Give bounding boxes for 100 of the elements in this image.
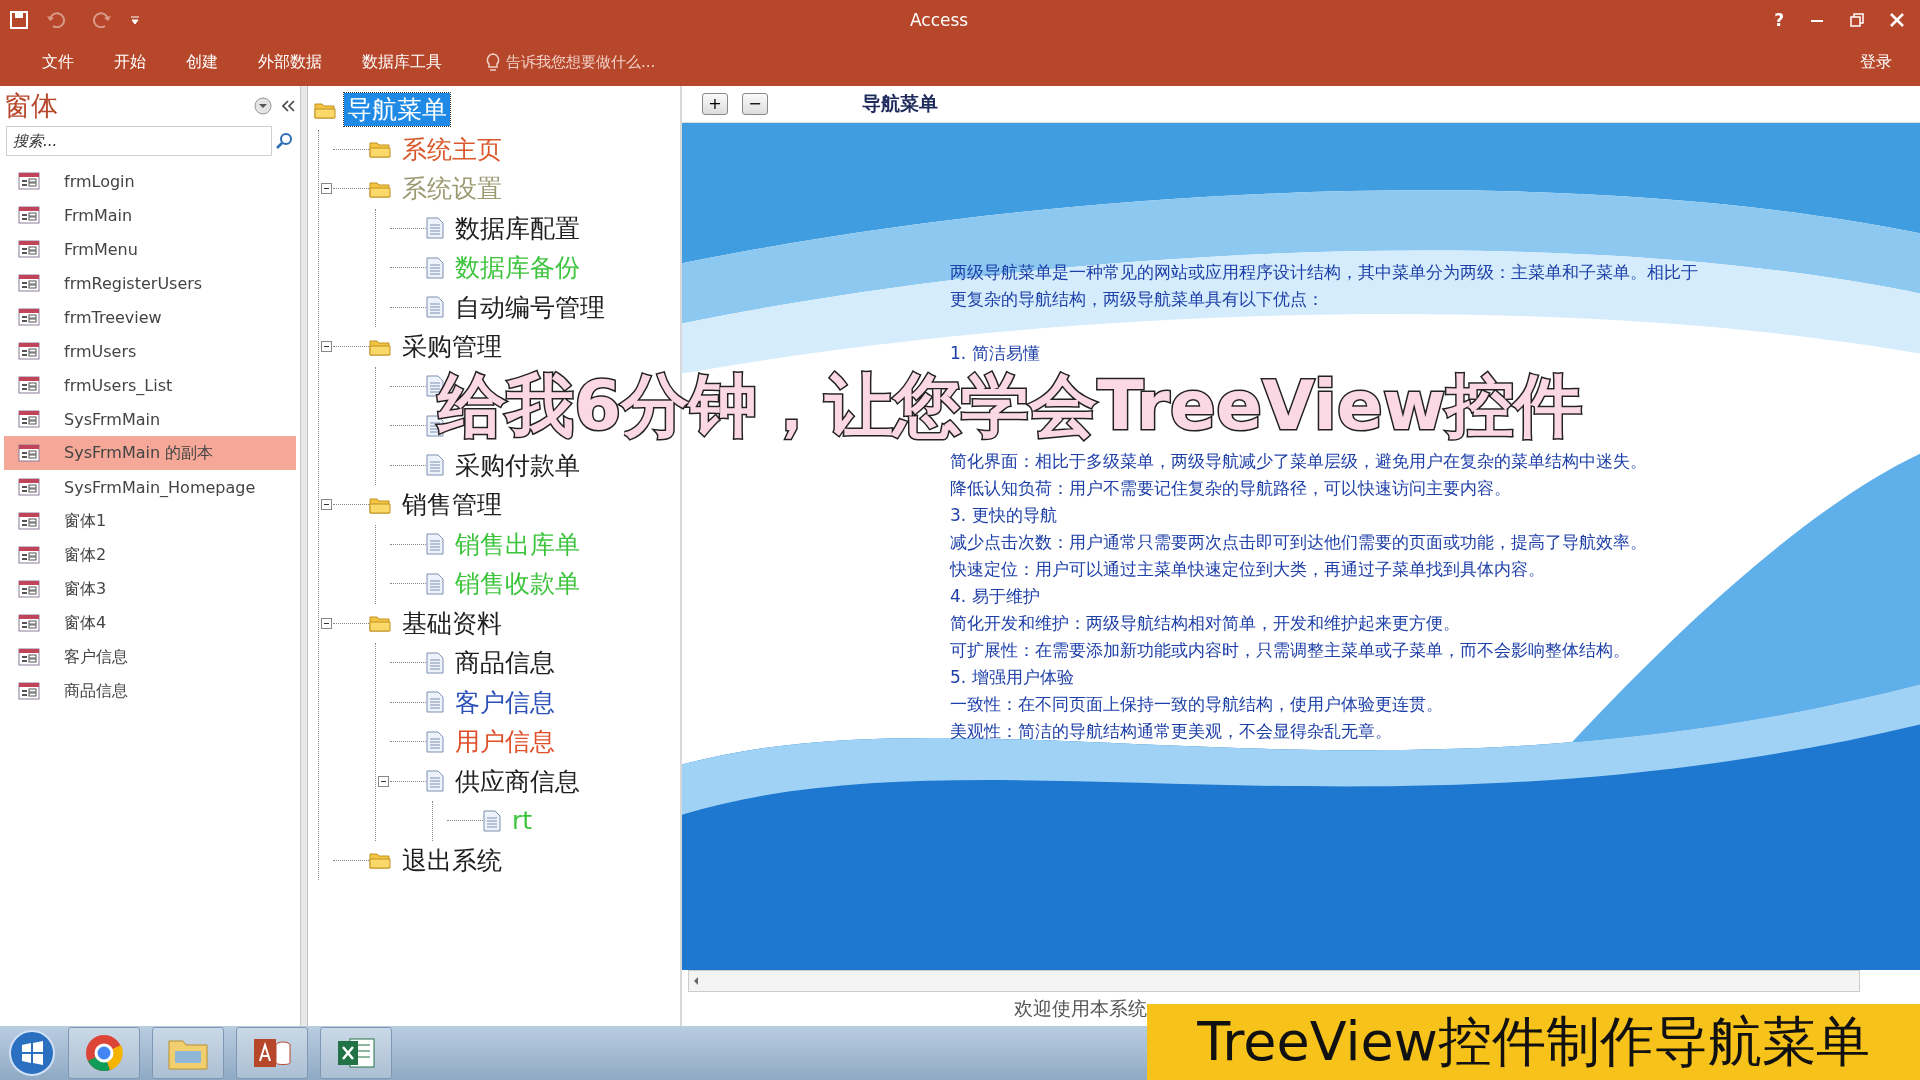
tree-node[interactable]: 商品信息 bbox=[452, 646, 558, 680]
ribbon-tab[interactable]: 外部数据 bbox=[238, 48, 342, 77]
collapse-icon[interactable] bbox=[320, 617, 332, 629]
tree-node[interactable]: 客户信息 bbox=[452, 685, 558, 719]
zoom-button[interactable]: − bbox=[742, 93, 768, 115]
nav-pane-item[interactable]: 客户信息 bbox=[4, 640, 296, 674]
document-icon bbox=[426, 454, 444, 477]
save-icon[interactable] bbox=[10, 10, 28, 29]
tree-node[interactable]: 基础资料 bbox=[399, 606, 505, 640]
nav-pane-item[interactable]: frmLogin bbox=[4, 164, 296, 198]
sign-in-link[interactable]: 登录 bbox=[1854, 51, 1898, 74]
browser-icon bbox=[84, 1033, 124, 1073]
form-icon bbox=[18, 206, 40, 224]
tree-node[interactable]: 用户信息 bbox=[452, 725, 558, 759]
lightbulb-icon bbox=[486, 52, 500, 73]
nav-pane-item[interactable]: FrmMenu bbox=[4, 232, 296, 266]
collapse-icon[interactable] bbox=[320, 341, 332, 353]
form-icon bbox=[18, 342, 40, 360]
description-text: 简化开发和维护：两级导航结构相对简单，开发和维护起来更方便。 bbox=[950, 612, 1461, 635]
folder-icon bbox=[369, 140, 391, 159]
form-icon bbox=[18, 376, 40, 394]
document-icon bbox=[426, 691, 444, 714]
collapse-pane-icon[interactable] bbox=[282, 100, 296, 112]
form-title: 导航菜单 bbox=[862, 91, 938, 116]
tell-me-field[interactable]: 告诉我您想要做什么... bbox=[506, 53, 656, 72]
nav-pane-item[interactable]: 商品信息 bbox=[4, 674, 296, 708]
document-icon bbox=[426, 770, 444, 793]
dropdown-icon[interactable] bbox=[254, 97, 272, 115]
tree-node[interactable]: 采购管理 bbox=[399, 330, 505, 364]
nav-pane-item[interactable]: FrmMain bbox=[4, 198, 296, 232]
form-icon bbox=[18, 682, 40, 700]
taskbar-button[interactable] bbox=[320, 1027, 392, 1079]
video-banner: TreeView控件制作导航菜单 bbox=[1147, 1004, 1920, 1080]
nav-pane-item[interactable]: 窗体3 bbox=[4, 572, 296, 606]
folder-icon bbox=[369, 337, 391, 356]
collapse-icon[interactable] bbox=[377, 775, 389, 787]
close-icon[interactable] bbox=[1890, 12, 1904, 27]
document-icon bbox=[426, 256, 444, 279]
tree-node[interactable]: 数据库配置 bbox=[452, 211, 583, 245]
form-icon bbox=[18, 512, 40, 530]
ribbon-tab[interactable]: 数据库工具 bbox=[342, 48, 462, 77]
tree-node[interactable]: 导航菜单 bbox=[344, 93, 450, 127]
nav-pane-item[interactable]: SysFrmMain 的副本 bbox=[4, 436, 296, 470]
footer-text: 欢迎使用本系统 bbox=[1014, 996, 1147, 1021]
nav-pane-item[interactable]: 窗体2 bbox=[4, 538, 296, 572]
nav-pane-item[interactable]: frmTreeview bbox=[4, 300, 296, 334]
document-icon bbox=[426, 217, 444, 240]
description-text: 两级导航菜单是一种常见的网站或应用程序设计结构，其中菜单分为两级：主菜单和子菜单。相比于 bbox=[950, 261, 1699, 284]
collapse-icon[interactable] bbox=[320, 183, 332, 195]
customize-icon[interactable] bbox=[130, 14, 140, 25]
form-icon bbox=[18, 614, 40, 632]
taskbar-button[interactable] bbox=[236, 1027, 308, 1079]
search-icon[interactable] bbox=[276, 132, 294, 150]
form-icon bbox=[18, 410, 40, 428]
nav-pane-item[interactable]: frmRegisterUsers bbox=[4, 266, 296, 300]
nav-pane-item[interactable]: SysFrmMain_Homepage bbox=[4, 470, 296, 504]
tree-node[interactable]: 系统主页 bbox=[399, 132, 505, 166]
collapse-icon[interactable] bbox=[320, 499, 332, 511]
help-button[interactable]: ? bbox=[1774, 9, 1784, 30]
ribbon-tab[interactable]: 创建 bbox=[166, 48, 238, 77]
form-icon bbox=[18, 546, 40, 564]
form-icon bbox=[18, 308, 40, 326]
tree-node[interactable]: 采购付款单 bbox=[452, 448, 583, 482]
nav-pane-item[interactable]: frmUsers bbox=[4, 334, 296, 368]
description-text: 降低认知负荷：用户不需要记住复杂的导航路径，可以快速访问主要内容。 bbox=[950, 477, 1512, 500]
form-icon bbox=[18, 444, 40, 462]
nav-pane-item[interactable]: SysFrmMain bbox=[4, 402, 296, 436]
tree-node[interactable]: 自动编号管理 bbox=[452, 290, 608, 324]
description-text: 美观性：简洁的导航结构通常更美观，不会显得杂乱无章。 bbox=[950, 720, 1393, 743]
nav-pane-item[interactable]: frmUsers_List bbox=[4, 368, 296, 402]
description-text: 可扩展性：在需要添加新功能或内容时，只需调整主菜单或子菜单，而不会影响整体结构。 bbox=[950, 639, 1631, 662]
taskbar-button[interactable] bbox=[68, 1027, 140, 1079]
description-text: 5. 增强用户体验 bbox=[950, 666, 1075, 689]
folder-icon bbox=[369, 179, 391, 198]
form-icon bbox=[18, 580, 40, 598]
nav-pane-item[interactable]: 窗体1 bbox=[4, 504, 296, 538]
description-text: 减少点击次数：用户通常只需要两次点击即可到达他们需要的页面或功能，提高了导航效率。 bbox=[950, 531, 1648, 554]
description-text: 更复杂的导航结构，两级导航菜单具有以下优点： bbox=[950, 288, 1325, 311]
search-field[interactable]: 搜索... bbox=[6, 126, 272, 156]
tree-node[interactable]: 销售管理 bbox=[399, 488, 505, 522]
description-text: 1. 简洁易懂 bbox=[950, 342, 1041, 365]
folder-icon bbox=[369, 495, 391, 514]
tree-node[interactable]: 退出系统 bbox=[399, 843, 505, 877]
start-icon[interactable] bbox=[8, 1029, 56, 1077]
tree-node[interactable]: 供应商信息 bbox=[452, 764, 583, 798]
folder-icon bbox=[369, 851, 391, 870]
form-icon bbox=[18, 240, 40, 258]
video-caption: 给我6分钟，让您学会TreeView控件 bbox=[438, 366, 1582, 446]
nav-pane-item[interactable]: 窗体4 bbox=[4, 606, 296, 640]
form-icon bbox=[18, 172, 40, 190]
ribbon-tab[interactable]: 文件 bbox=[22, 48, 94, 77]
document-icon bbox=[426, 651, 444, 674]
description-text: 一致性：在不同页面上保持一致的导航结构，使用户体验更连贯。 bbox=[950, 693, 1444, 716]
ribbon-tab[interactable]: 开始 bbox=[94, 48, 166, 77]
description-text: 4. 易于维护 bbox=[950, 585, 1041, 608]
document-icon bbox=[426, 296, 444, 319]
restore-icon[interactable] bbox=[1850, 12, 1864, 27]
description-text: 简化界面：相比于多级菜单，两级导航减少了菜单层级，避免用户在复杂的菜单结构中迷失。 bbox=[950, 450, 1648, 473]
form-icon bbox=[18, 648, 40, 666]
zoom-button[interactable]: + bbox=[702, 93, 728, 115]
